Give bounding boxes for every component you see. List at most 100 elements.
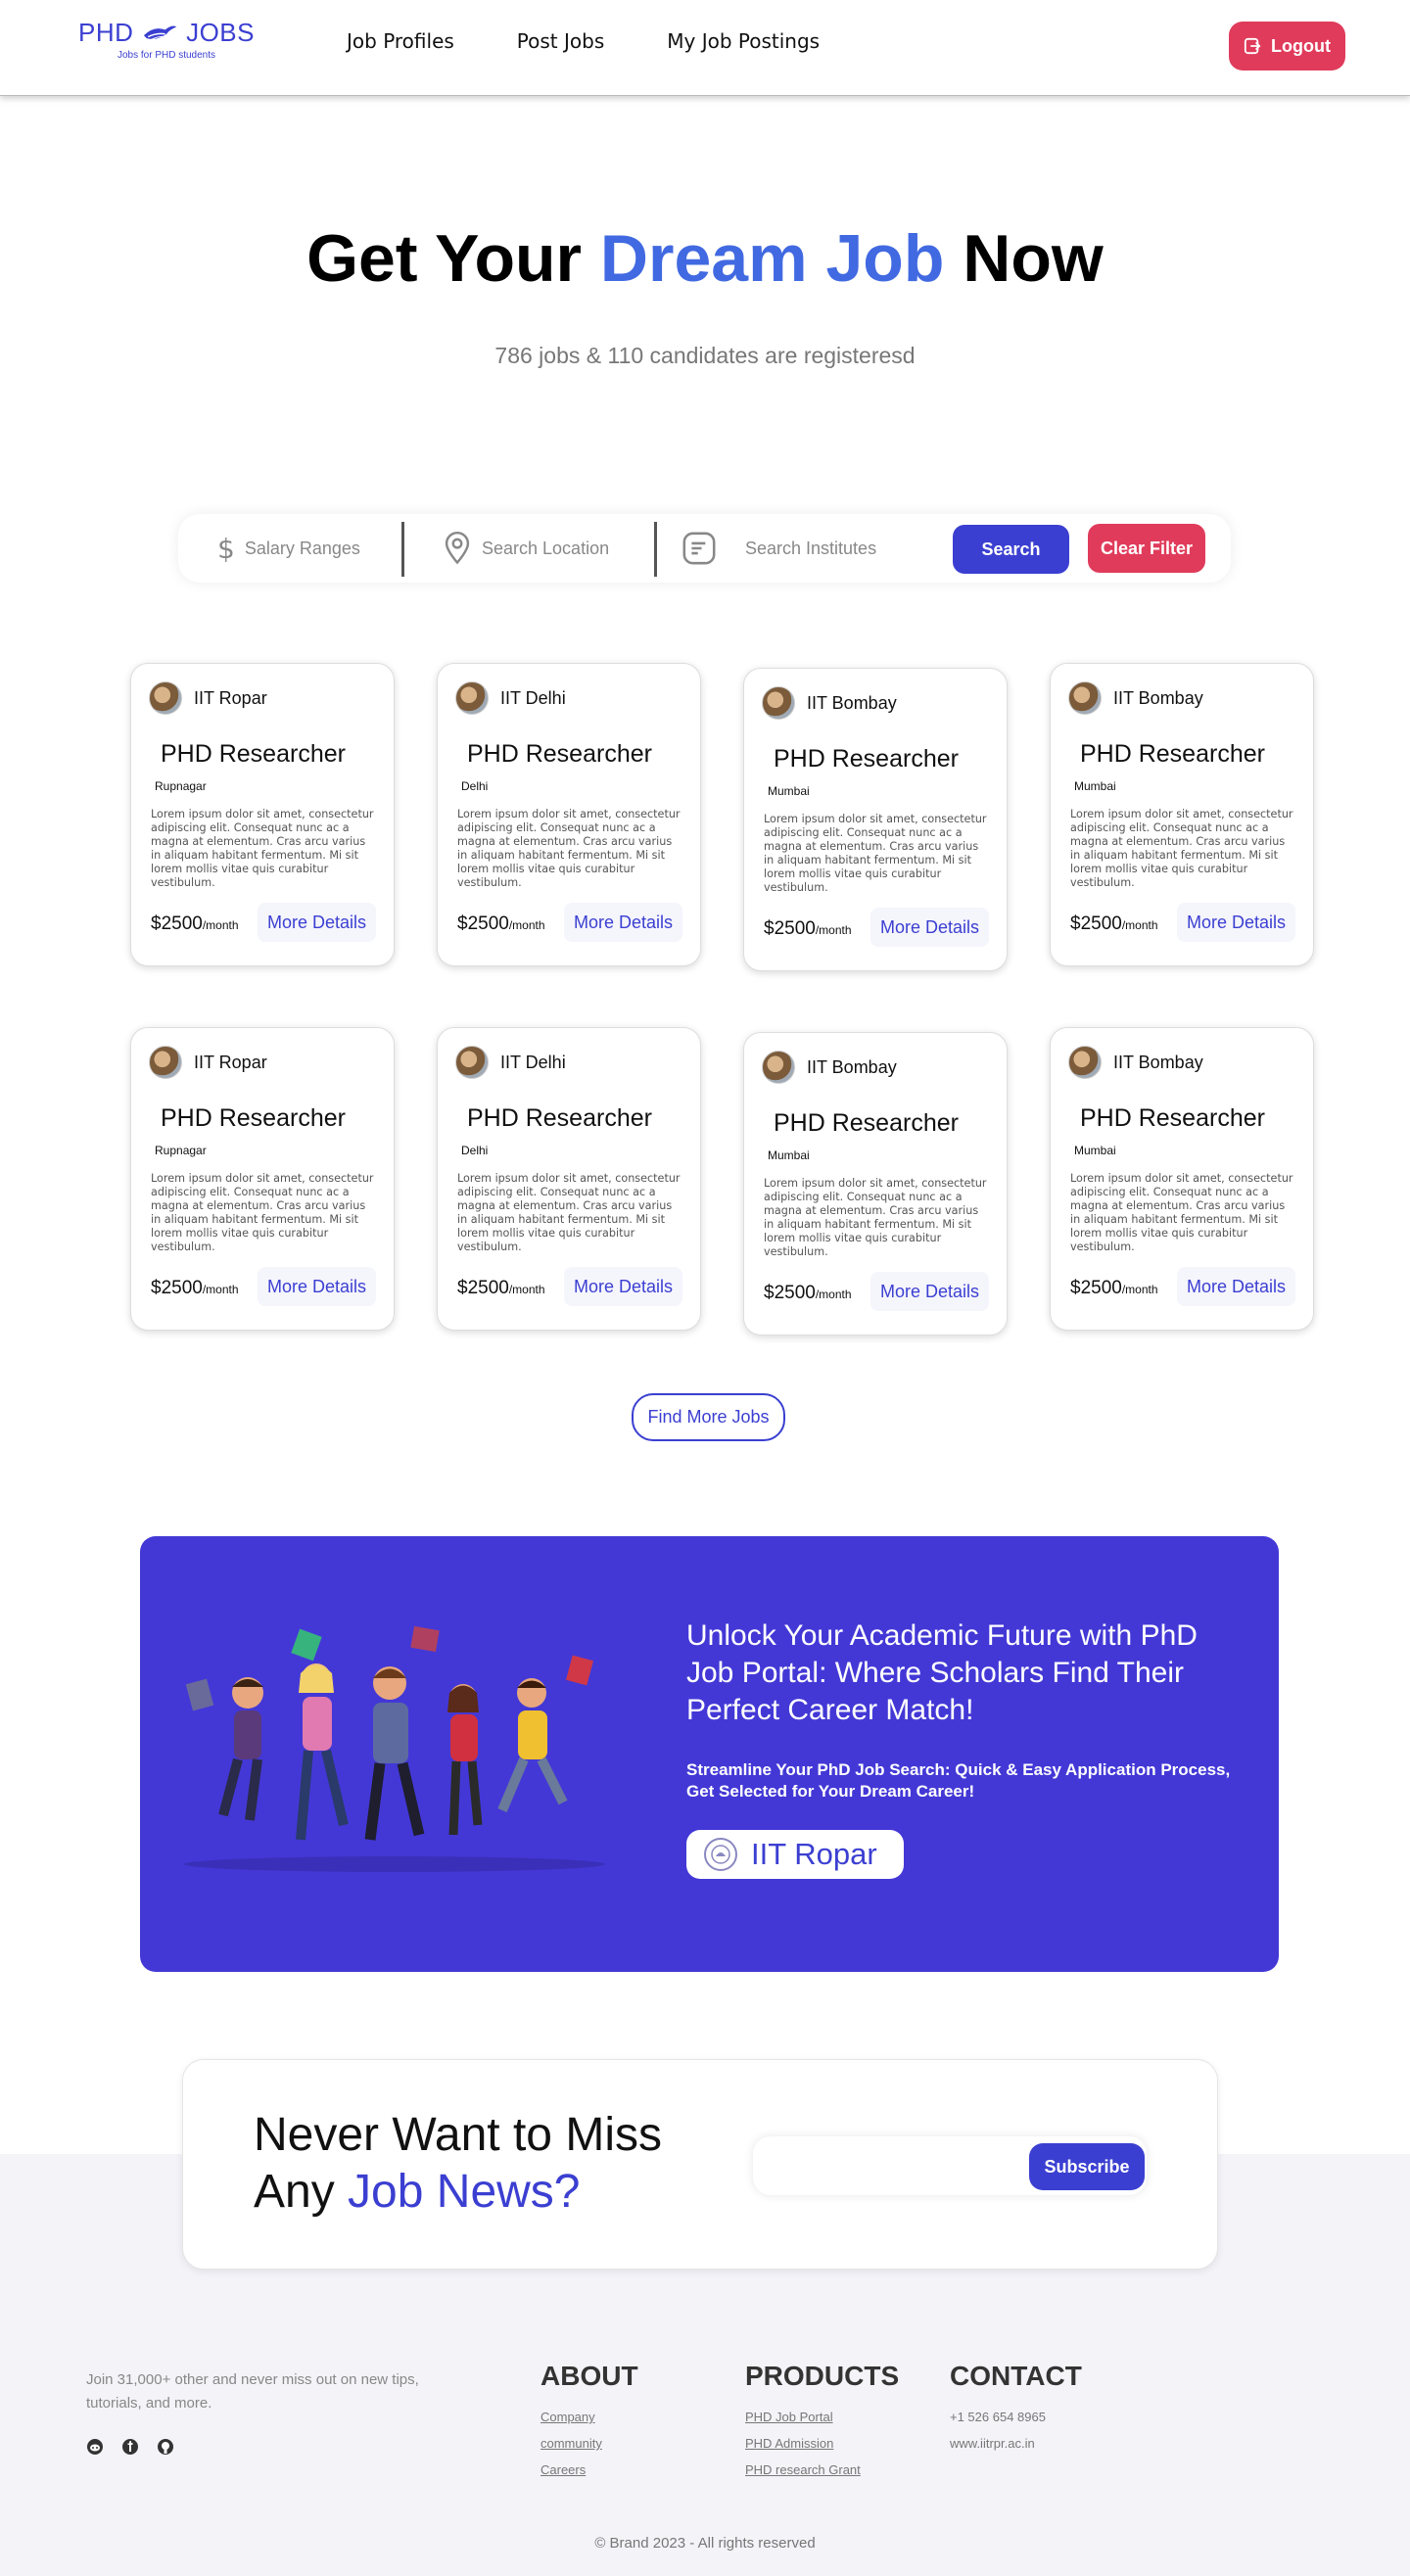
institute-avatar [455,681,489,715]
newsletter-title-line2-pre: Any [254,2166,349,2218]
job-card: IIT Bombay PHD Researcher Mumbai Lorem i… [1050,1027,1314,1331]
salary-period: /month [815,1288,852,1301]
salary-period: /month [508,1283,545,1296]
more-details-button[interactable]: More Details [257,1267,376,1306]
reddit-icon[interactable] [86,2438,104,2456]
job-card: IIT Delhi PHD Researcher Delhi Lorem ips… [437,663,701,966]
footer-products-heading: PRODUCTS [745,2361,900,2391]
hero-title-post: Now [944,221,1104,296]
job-location: Mumbai [768,784,810,798]
footer-products-column: PRODUCTS PHD Job Portal PHD Admission PH… [745,2361,899,2489]
newsletter-title-line1: Never Want to Miss [254,2109,662,2161]
salary-range-placeholder: Salary Ranges [244,538,360,558]
search-bar: $ Salary Ranges Search Location Search I… [178,514,1231,583]
newsletter-title-line2: Any Job News? [254,2164,662,2221]
job-description: Lorem ipsum dolor sit amet, consectetur … [151,808,374,889]
nav-link-post-jobs[interactable]: Post Jobs [517,29,604,53]
job-title: PHD Researcher [161,1104,346,1132]
search-location-field[interactable]: Search Location [443,514,609,583]
more-details-button[interactable]: More Details [563,903,682,942]
clear-filter-button[interactable]: Clear Filter [1088,524,1205,573]
salary-amount: $2500 [151,1278,203,1298]
more-details-button[interactable]: More Details [1176,903,1295,942]
search-divider [401,522,404,577]
logout-button[interactable]: Logout [1229,22,1345,70]
job-location: Mumbai [768,1148,810,1162]
footer-link-phd-research-grant[interactable]: PHD research Grant [745,2462,899,2477]
job-institute: IIT Delhi [500,687,566,708]
promo-title: Unlock Your Academic Future with PhD Job… [686,1619,1198,1726]
job-title: PHD Researcher [161,740,346,768]
social-links [86,2438,174,2456]
footer-link-phd-admission[interactable]: PHD Admission [745,2436,899,2451]
job-card: IIT Delhi PHD Researcher Delhi Lorem ips… [437,1027,701,1331]
more-details-button[interactable]: More Details [1176,1267,1295,1306]
institute-avatar [762,1051,795,1084]
promo-subtitle: Streamline Your PhD Job Search: Quick & … [686,1760,1231,1801]
institute-badge-label: IIT Ropar [751,1837,877,1871]
institute-avatar [149,1046,182,1079]
job-description: Lorem ipsum dolor sit amet, consectetur … [764,1177,987,1258]
dollar-icon: $ [217,532,235,565]
search-button[interactable]: Search [953,525,1069,574]
institute-badge[interactable]: IIT Ropar [686,1830,904,1879]
footer-link-company[interactable]: Company [540,2410,638,2424]
job-salary: $2500/month [1070,1278,1158,1299]
salary-period: /month [202,1283,239,1296]
job-card: IIT Bombay PHD Researcher Mumbai Lorem i… [743,668,1008,971]
subscribe-button[interactable]: Subscribe [1029,2143,1145,2190]
facebook-icon[interactable] [121,2438,139,2456]
job-institute: IIT Ropar [194,1052,267,1072]
site-logo[interactable]: PHD JOBS Jobs for PHD students [78,18,255,61]
nav-link-my-job-postings[interactable]: My Job Postings [667,29,820,53]
footer-contact-heading: CONTACT [950,2361,1082,2391]
job-salary: $2500/month [151,913,239,935]
job-location: Mumbai [1074,1144,1116,1157]
footer-link-careers[interactable]: Careers [540,2462,638,2477]
salary-amount: $2500 [1070,1278,1122,1298]
more-details-button[interactable]: More Details [563,1267,682,1306]
institute-avatar [455,1046,489,1079]
more-details-button[interactable]: More Details [870,908,989,947]
hero-title-accent: Dream Job [599,221,945,296]
graduation-cap-logo-icon [144,25,177,40]
salary-amount: $2500 [457,913,509,934]
newsletter-title: Never Want to Miss Any Job News? [254,2107,662,2221]
institute-seal-icon [704,1838,737,1871]
job-institute: IIT Bombay [807,692,897,713]
job-card: IIT Bombay PHD Researcher Mumbai Lorem i… [1050,663,1314,966]
logo-text-jobs: JOBS [186,18,255,47]
institute-avatar [762,686,795,720]
job-title: PHD Researcher [1080,1104,1265,1132]
search-institutes-field[interactable]: Search Institutes [681,514,876,583]
more-details-button[interactable]: More Details [870,1272,989,1311]
job-location: Delhi [461,779,489,793]
find-more-jobs-button[interactable]: Find More Jobs [632,1393,785,1441]
newsletter-email-input[interactable] [765,2146,1010,2185]
job-card: IIT Bombay PHD Researcher Mumbai Lorem i… [743,1032,1008,1335]
job-institute: IIT Ropar [194,687,267,708]
footer-link-phd-job-portal[interactable]: PHD Job Portal [745,2410,899,2424]
job-salary: $2500/month [764,918,852,940]
nav-link-job-profiles[interactable]: Job Profiles [347,29,454,53]
salary-period: /month [1121,918,1158,932]
footer-contact-column: CONTACT +1 526 654 8965 www.iitrpr.ac.in [950,2361,1082,2462]
top-navbar: PHD JOBS Jobs for PHD students Job Profi… [0,0,1410,96]
job-salary: $2500/month [1070,913,1158,935]
more-details-button[interactable]: More Details [257,903,376,942]
hero-subtitle: 786 jobs & 110 candidates are registeres… [494,343,916,368]
salary-range-field[interactable]: $ Salary Ranges [217,514,360,583]
job-institute: IIT Bombay [807,1056,897,1077]
github-icon[interactable] [157,2438,174,2456]
search-institutes-placeholder: Search Institutes [745,538,877,558]
salary-amount: $2500 [457,1278,509,1298]
salary-period: /month [815,923,852,937]
hero-title: Get Your Dream Job Now [0,220,1410,297]
footer-link-community[interactable]: community [540,2436,638,2451]
promo-banner: Unlock Your Academic Future with PhD Job… [140,1536,1279,1972]
job-description: Lorem ipsum dolor sit amet, consectetur … [457,808,681,889]
location-pin-icon [445,532,470,565]
search-divider [654,522,657,577]
job-card: IIT Ropar PHD Researcher Rupnagar Lorem … [130,663,395,966]
job-description: Lorem ipsum dolor sit amet, consectetur … [457,1172,681,1253]
